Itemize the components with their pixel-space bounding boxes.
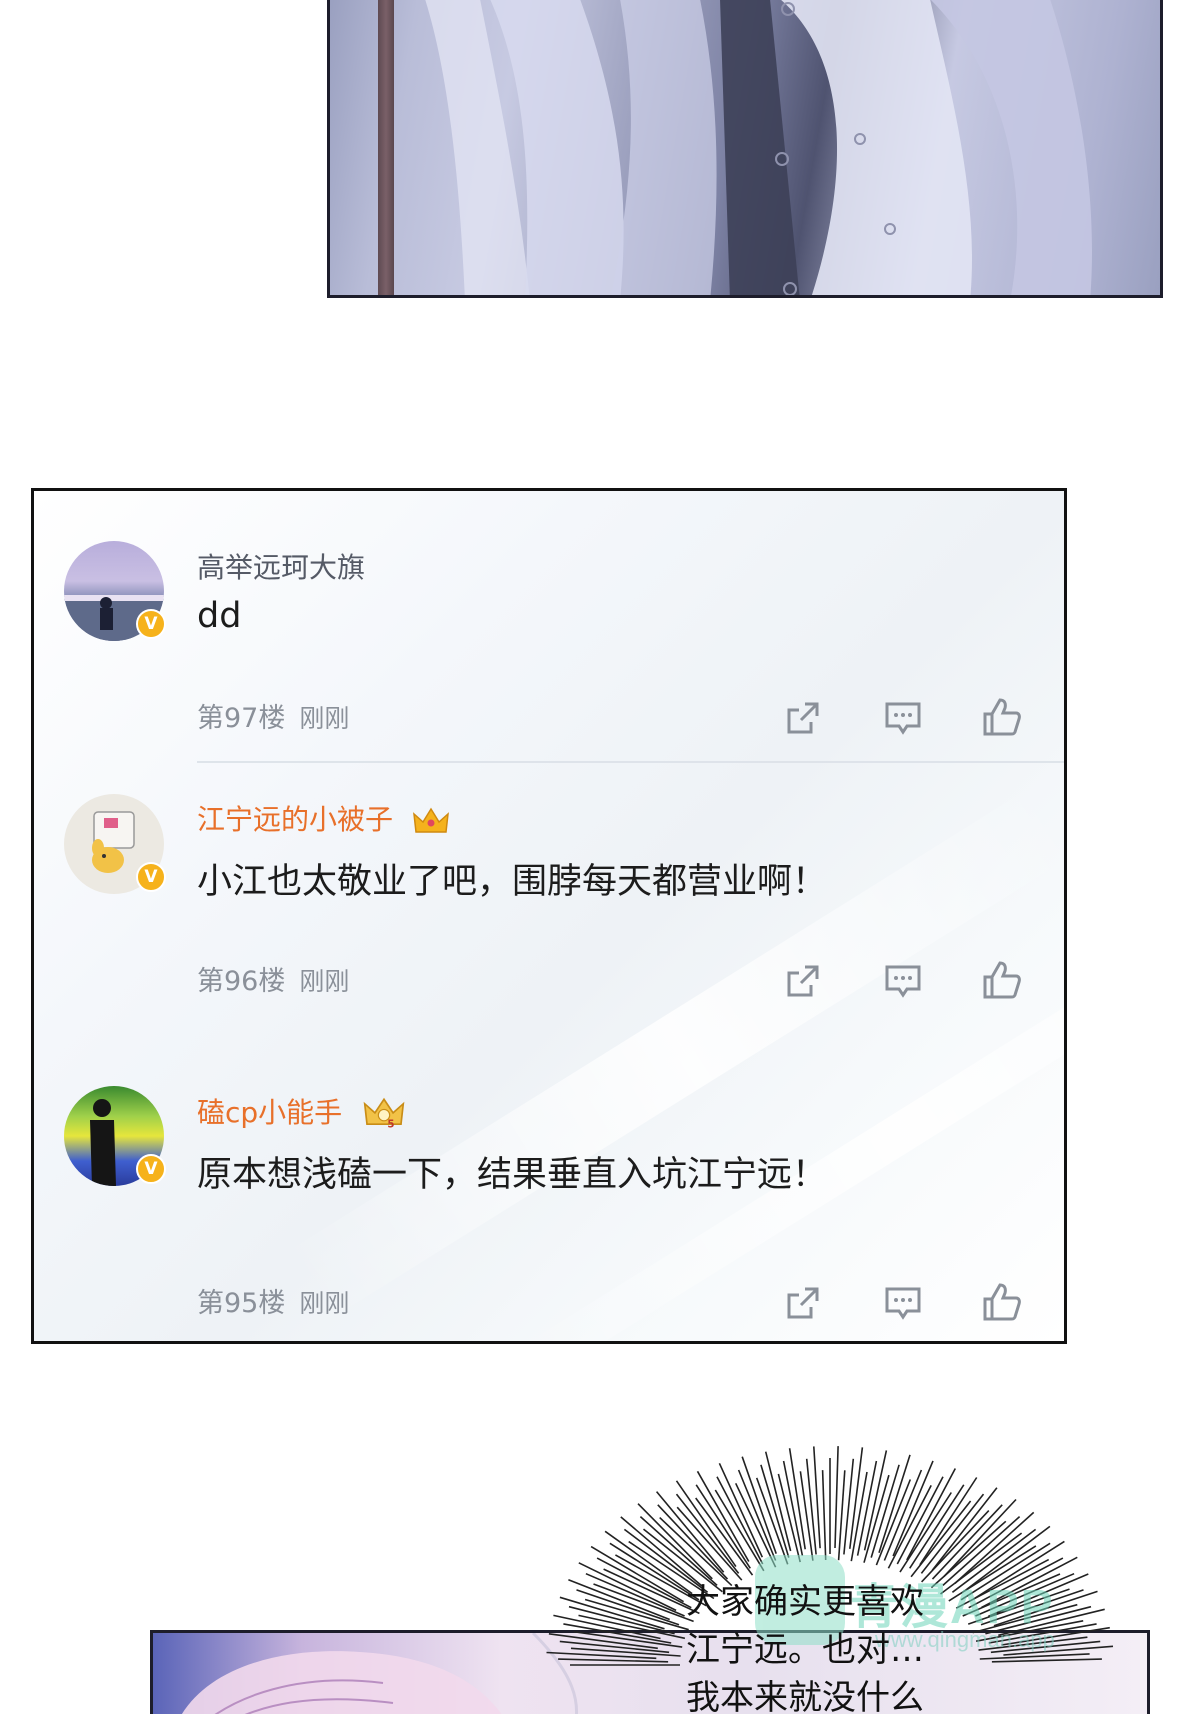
- speech-line: 大家确实更喜欢: [686, 1582, 924, 1622]
- share-icon[interactable]: [783, 698, 823, 738]
- comment-time: 刚刚: [299, 967, 350, 996]
- speech-line: 我本来就没什么: [686, 1678, 924, 1714]
- floor-number: 第95楼: [197, 1288, 286, 1319]
- comment-icon[interactable]: [883, 961, 923, 1001]
- thumbs-up-icon[interactable]: [981, 1281, 1021, 1321]
- floor-number: 第97楼: [197, 703, 286, 734]
- burst-line: [834, 1446, 839, 1549]
- crown-icon: 5: [363, 1097, 405, 1131]
- comment-time: 刚刚: [299, 704, 350, 733]
- comment-time: 刚刚: [299, 1289, 350, 1318]
- verified-badge-icon: V: [136, 1154, 166, 1184]
- manga-panel-top: [327, 0, 1163, 298]
- comment-icon[interactable]: [883, 1283, 923, 1323]
- burst-line: [863, 1474, 890, 1563]
- comment-divider: [197, 761, 1064, 763]
- comment-meta: 第97楼 刚刚: [197, 696, 349, 735]
- comment-text: dd: [197, 596, 242, 636]
- comment-text: 小江也太敬业了吧，围脖每天都营业啊！: [197, 862, 828, 902]
- burst-line: [558, 1658, 669, 1663]
- share-icon[interactable]: [783, 961, 823, 1001]
- crown-icon: [412, 807, 449, 833]
- floor-number: 第96楼: [197, 966, 286, 997]
- burst-line: [799, 1471, 814, 1561]
- share-icon[interactable]: [783, 1283, 823, 1323]
- comment-text: 原本想浅磕一下，结果垂直入坑江宁远！: [197, 1155, 828, 1195]
- username-text: 江宁远的小被子: [197, 803, 394, 836]
- comment-meta: 第96楼 刚刚: [197, 959, 349, 998]
- comment-username[interactable]: 磕cp小能手 5: [197, 1091, 407, 1131]
- avatar[interactable]: V: [64, 794, 166, 894]
- verified-badge-icon: V: [136, 862, 166, 892]
- burst-line: [553, 1614, 661, 1640]
- svg-text:5: 5: [387, 1120, 394, 1131]
- comment-list-panel: V 高举远珂大旗 dd 第97楼 刚刚 V 江宁远的小被子 小江也太敬业了吧，围…: [31, 488, 1067, 1344]
- comment-meta: 第95楼 刚刚: [197, 1281, 349, 1320]
- burst-line: [821, 1470, 827, 1561]
- speech-bubble: 大家确实更喜欢 江宁远。也对… 我本来就没什么: [686, 1578, 924, 1714]
- manga-page: V 高举远珂大旗 dd 第97楼 刚刚 V 江宁远的小被子 小江也太敬业了吧，围…: [0, 0, 1200, 1714]
- thumbs-up-icon[interactable]: [981, 959, 1021, 999]
- thumbs-up-icon[interactable]: [981, 696, 1021, 736]
- speech-line: 江宁远。也对…: [686, 1630, 924, 1670]
- shirt-illustration: [425, 0, 1092, 295]
- avatar[interactable]: V: [64, 541, 166, 641]
- avatar[interactable]: V: [64, 1086, 166, 1186]
- comment-username[interactable]: 江宁远的小被子: [197, 798, 450, 838]
- comment-username[interactable]: 高举远珂大旗: [197, 546, 365, 586]
- comment-icon[interactable]: [883, 698, 923, 738]
- verified-badge-icon: V: [136, 609, 166, 639]
- username-text: 磕cp小能手: [197, 1096, 343, 1129]
- burst-line: [878, 1454, 911, 1553]
